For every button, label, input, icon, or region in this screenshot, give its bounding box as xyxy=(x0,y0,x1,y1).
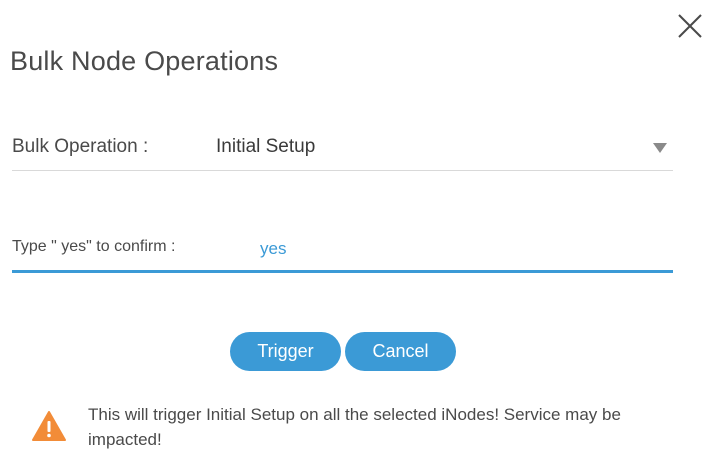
trigger-button[interactable]: Trigger xyxy=(230,332,341,371)
bulk-operation-label: Bulk Operation : xyxy=(12,136,149,157)
warning-text: This will trigger Initial Setup on all t… xyxy=(88,405,621,449)
confirm-field: Type " yes" to confirm : xyxy=(12,228,673,273)
cancel-button[interactable]: Cancel xyxy=(345,332,456,371)
bulk-operation-value[interactable]: Initial Setup xyxy=(216,136,315,158)
confirm-label: Type " yes" to confirm : xyxy=(12,238,176,255)
close-button[interactable] xyxy=(676,12,704,40)
bulk-node-operations-dialog: Bulk Node Operations Bulk Operation : In… xyxy=(0,0,704,453)
warning-triangle-icon xyxy=(32,411,66,441)
dialog-title: Bulk Node Operations xyxy=(10,46,279,76)
caret-down-icon[interactable] xyxy=(653,143,667,153)
bulk-operation-select[interactable]: Bulk Operation : Initial Setup xyxy=(12,126,673,171)
close-icon xyxy=(678,14,702,38)
confirm-input[interactable] xyxy=(260,237,640,261)
